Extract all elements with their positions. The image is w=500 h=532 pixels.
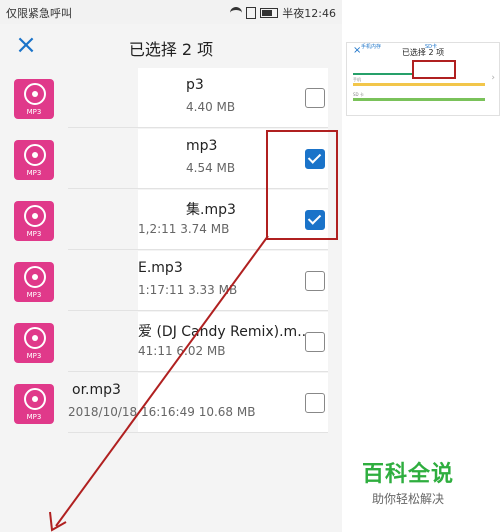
phone-screen: 仅限紧急呼叫 半夜12:46 × 已选择 2 项 MP3 p3 4.40 MB MP3… [0,0,342,532]
brand-name: 百科全说 [362,462,455,487]
brand-watermark: 百科全说 助你轻松解决 [362,456,454,507]
chevron-right-icon: › [491,73,495,83]
reference-thumbnail: × 已选择 2 项 手机内存 SD卡 手机 SD 卡 › [346,42,500,116]
tab-indicator [353,73,413,75]
sd-storage-bar [353,98,485,101]
phone-storage-bar [353,83,485,86]
annotation-arrow [49,235,269,532]
brand-tagline: 助你轻松解决 [372,492,445,506]
thumbnail-annotation-box [412,60,456,79]
tab-phone-memory: 手机内存 [361,44,382,50]
tab-sd-card: SD卡 [425,44,438,50]
